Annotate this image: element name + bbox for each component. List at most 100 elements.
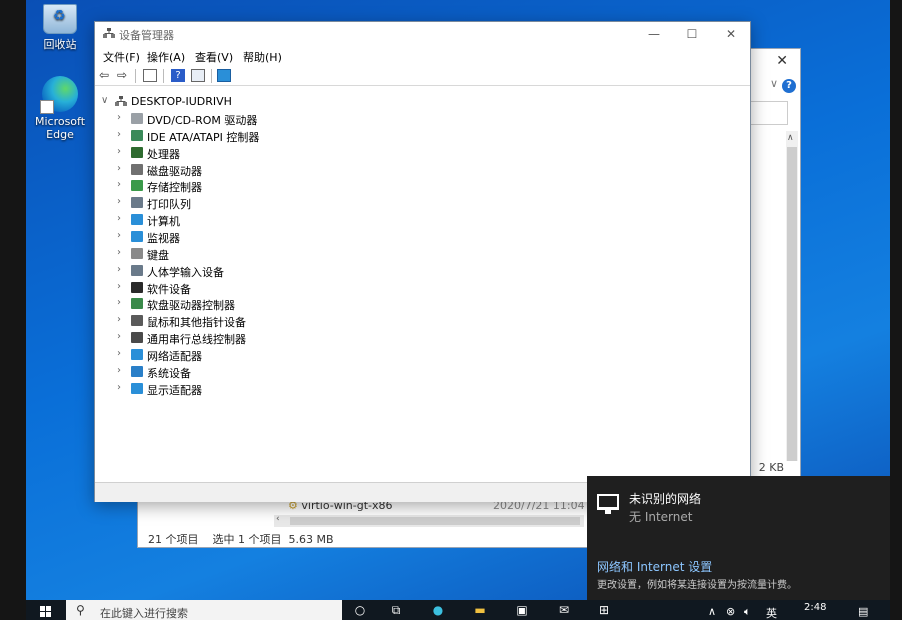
maximize-button[interactable]: ☐ bbox=[673, 22, 711, 46]
chevron-right-icon[interactable]: › bbox=[117, 146, 127, 157]
processor-icon bbox=[131, 146, 143, 158]
explorer-search-box[interactable] bbox=[748, 101, 788, 125]
chevron-right-icon[interactable]: › bbox=[117, 196, 127, 207]
network-icon bbox=[597, 494, 619, 514]
scroll-up-icon[interactable]: ∧ bbox=[787, 133, 794, 143]
taskbar: ⚲ 在此键入进行搜索 ○ ⧉ ● ▬ ▣ ✉ ⊞ ∧ ⊗ 🔈︎ 英 2:48 ▤ bbox=[26, 600, 890, 620]
network-settings-link[interactable]: 网络和 Internet 设置 bbox=[597, 558, 712, 575]
scroll-left-icon[interactable]: ‹ bbox=[276, 514, 280, 524]
dvd-drive-icon bbox=[131, 113, 143, 124]
chevron-right-icon[interactable]: › bbox=[117, 179, 127, 190]
disk-drive-icon bbox=[131, 163, 143, 175]
device-category-label: 计算机 bbox=[147, 215, 180, 229]
properties-icon[interactable] bbox=[143, 69, 157, 82]
device-category-label: 鼠标和其他指针设备 bbox=[147, 316, 246, 330]
chevron-right-icon[interactable]: › bbox=[117, 314, 127, 325]
file-size-cell: 2 KB bbox=[758, 461, 784, 474]
chevron-down-icon[interactable]: ∨ bbox=[770, 77, 778, 90]
network-status: 无 Internet bbox=[629, 510, 693, 524]
network-adapter-icon bbox=[131, 348, 143, 360]
toolbar-separator bbox=[135, 69, 136, 83]
scan-hardware-icon[interactable] bbox=[217, 69, 231, 82]
help-icon[interactable]: ? bbox=[782, 79, 796, 93]
ide-controller-icon bbox=[131, 129, 143, 141]
keyboard-icon bbox=[131, 247, 143, 259]
network-flyout: 未识别的网络 无 Internet 网络和 Internet 设置 更改设置，例… bbox=[587, 476, 890, 600]
clock[interactable]: 2:48 bbox=[804, 602, 826, 613]
file-explorer-taskbar-icon[interactable]: ▬ bbox=[472, 603, 488, 617]
menu-file[interactable]: 文件(F) bbox=[103, 49, 140, 65]
chevron-right-icon[interactable]: › bbox=[117, 129, 127, 140]
chevron-right-icon[interactable]: › bbox=[117, 297, 127, 308]
edge-icon bbox=[40, 76, 78, 114]
search-placeholder: 在此键入进行搜索 bbox=[100, 607, 188, 620]
volume-icon[interactable]: 🔈︎ bbox=[744, 605, 751, 619]
minimize-button[interactable]: — bbox=[635, 22, 673, 46]
device-manager-taskbar-icon[interactable]: ⊞ bbox=[596, 603, 612, 617]
hscroll-thumb[interactable] bbox=[290, 517, 580, 525]
usb-icon bbox=[131, 332, 143, 344]
ime-indicator[interactable]: 英 bbox=[766, 605, 777, 620]
device-category-label: 磁盘驱动器 bbox=[147, 164, 202, 178]
toolbar-separator bbox=[163, 69, 164, 83]
back-arrow-icon[interactable]: ⇦ bbox=[99, 69, 113, 82]
notification-icon[interactable]: ▤ bbox=[858, 605, 868, 618]
device-manager-icon bbox=[103, 28, 115, 38]
menu-action[interactable]: 操作(A) bbox=[147, 49, 185, 65]
explorer-close-icon[interactable]: ✕ bbox=[776, 53, 788, 69]
forward-arrow-icon[interactable]: ⇨ bbox=[117, 69, 131, 82]
chevron-right-icon[interactable]: › bbox=[117, 382, 127, 393]
title-bar[interactable]: 设备管理器 — ☐ ✕ bbox=[95, 22, 750, 46]
network-name[interactable]: 未识别的网络 bbox=[629, 490, 701, 507]
device-manager-window: 设备管理器 — ☐ ✕ 文件(F) 操作(A) 查看(V) 帮助(H) ⇦ ⇨ … bbox=[94, 21, 751, 502]
help-book-icon[interactable]: ? bbox=[171, 69, 185, 82]
explorer-vertical-scrollbar[interactable]: ∧ bbox=[786, 131, 798, 461]
device-category-label: DVD/CD-ROM 驱动器 bbox=[147, 114, 258, 127]
chevron-right-icon[interactable]: › bbox=[117, 247, 127, 258]
task-view-icon[interactable]: ⧉ bbox=[388, 603, 404, 617]
floppy-controller-icon bbox=[131, 298, 143, 310]
menu-view[interactable]: 查看(V) bbox=[195, 49, 233, 65]
chevron-right-icon[interactable]: › bbox=[117, 230, 127, 241]
monitor-icon bbox=[131, 230, 143, 242]
chevron-right-icon[interactable]: › bbox=[117, 365, 127, 376]
printer-icon bbox=[131, 197, 143, 209]
device-category-label: 显示适配器 bbox=[147, 383, 202, 397]
recycle-bin-icon bbox=[43, 4, 77, 34]
device-category-label: 监视器 bbox=[147, 231, 180, 245]
close-button[interactable]: ✕ bbox=[712, 22, 750, 46]
start-icon[interactable] bbox=[40, 606, 52, 618]
menu-help[interactable]: 帮助(H) bbox=[243, 49, 282, 65]
toolbar: ⇦ ⇨ ? bbox=[95, 66, 750, 86]
cortana-icon[interactable]: ○ bbox=[352, 603, 368, 617]
network-tray-icon[interactable]: ⊗ bbox=[726, 605, 735, 618]
store-taskbar-icon[interactable]: ▣ bbox=[514, 603, 530, 617]
edge-label: Microsoft Edge bbox=[34, 115, 86, 141]
chevron-right-icon[interactable]: › bbox=[117, 213, 127, 224]
chevron-right-icon[interactable]: › bbox=[117, 281, 127, 292]
mail-taskbar-icon[interactable]: ✉ bbox=[556, 603, 572, 617]
computer-icon bbox=[131, 214, 143, 226]
chevron-right-icon[interactable]: › bbox=[117, 163, 127, 174]
chevron-right-icon[interactable]: › bbox=[117, 112, 127, 123]
device-tree: ∨ DESKTOP-IUDRIVH › DVD/CD-ROM 驱动器 › IDE AT… bbox=[95, 88, 750, 482]
edge-taskbar-icon[interactable]: ● bbox=[430, 603, 446, 617]
scroll-thumb[interactable] bbox=[787, 147, 797, 461]
view-grid-icon[interactable] bbox=[191, 69, 205, 82]
device-category-label: 系统设备 bbox=[147, 366, 191, 380]
device-category-label: 人体学输入设备 bbox=[147, 265, 224, 279]
chevron-right-icon[interactable]: › bbox=[117, 348, 127, 359]
edge-desktop-icon[interactable]: Microsoft Edge bbox=[26, 76, 94, 141]
chevron-up-icon[interactable]: ∧ bbox=[708, 605, 716, 618]
recycle-bin-desktop-icon[interactable]: 回收站 bbox=[26, 4, 94, 51]
chevron-right-icon[interactable]: › bbox=[117, 331, 127, 342]
chevron-right-icon[interactable]: › bbox=[117, 264, 127, 275]
chevron-down-icon[interactable]: ∨ bbox=[101, 95, 111, 106]
device-category-label: 打印队列 bbox=[147, 198, 191, 212]
device-category-label: 处理器 bbox=[147, 147, 180, 161]
menu-bar: 文件(F) 操作(A) 查看(V) 帮助(H) bbox=[95, 46, 750, 66]
explorer-horizontal-scrollbar[interactable]: ‹ bbox=[274, 514, 584, 527]
taskbar-search-box[interactable]: ⚲ 在此键入进行搜索 bbox=[66, 600, 342, 620]
display-adapter-icon bbox=[131, 382, 143, 394]
device-category-label: 存储控制器 bbox=[147, 181, 202, 195]
